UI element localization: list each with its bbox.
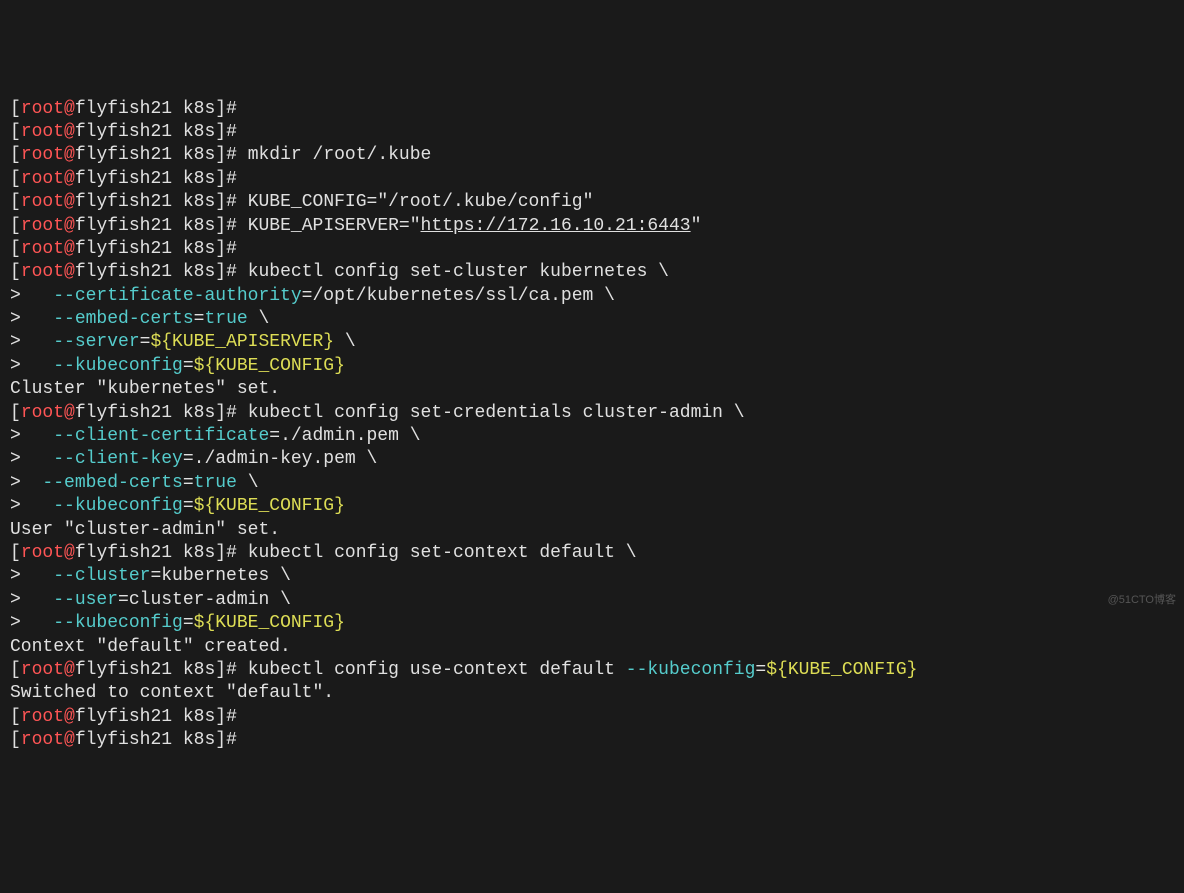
terminal-line: [root@flyfish21 k8s]# bbox=[10, 98, 1174, 121]
terminal-line: [root@flyfish21 k8s]# KUBE_CONFIG="/root… bbox=[10, 191, 1174, 214]
terminal-line: > --kubeconfig=${KUBE_CONFIG} bbox=[10, 612, 1174, 635]
terminal-line: [root@flyfish21 k8s]# bbox=[10, 706, 1174, 729]
terminal-line: Context "default" created. bbox=[10, 636, 1174, 659]
terminal-line: [root@flyfish21 k8s]# bbox=[10, 121, 1174, 144]
terminal-line: Switched to context "default". bbox=[10, 682, 1174, 705]
terminal-line: [root@flyfish21 k8s]# kubectl config set… bbox=[10, 261, 1174, 284]
watermark-text: @51CTO博客 bbox=[1108, 593, 1176, 607]
terminal-output[interactable]: [root@flyfish21 k8s]#[root@flyfish21 k8s… bbox=[10, 98, 1174, 753]
terminal-line: [root@flyfish21 k8s]# kubectl config set… bbox=[10, 402, 1174, 425]
terminal-line: > --certificate-authority=/opt/kubernete… bbox=[10, 285, 1174, 308]
terminal-line: Cluster "kubernetes" set. bbox=[10, 378, 1174, 401]
terminal-line: [root@flyfish21 k8s]# kubectl config set… bbox=[10, 542, 1174, 565]
terminal-line: [root@flyfish21 k8s]# bbox=[10, 729, 1174, 752]
terminal-line: [root@flyfish21 k8s]# bbox=[10, 238, 1174, 261]
terminal-line: > --client-certificate=./admin.pem \ bbox=[10, 425, 1174, 448]
terminal-line: > --cluster=kubernetes \ bbox=[10, 565, 1174, 588]
terminal-line: > --embed-certs=true \ bbox=[10, 308, 1174, 331]
terminal-line: > --client-key=./admin-key.pem \ bbox=[10, 448, 1174, 471]
terminal-line: [root@flyfish21 k8s]# mkdir /root/.kube bbox=[10, 144, 1174, 167]
terminal-line: > --kubeconfig=${KUBE_CONFIG} bbox=[10, 495, 1174, 518]
terminal-line: [root@flyfish21 k8s]# KUBE_APISERVER="ht… bbox=[10, 215, 1174, 238]
terminal-line: [root@flyfish21 k8s]# bbox=[10, 168, 1174, 191]
terminal-line: > --user=cluster-admin \ bbox=[10, 589, 1174, 612]
terminal-line: User "cluster-admin" set. bbox=[10, 519, 1174, 542]
terminal-line: > --kubeconfig=${KUBE_CONFIG} bbox=[10, 355, 1174, 378]
terminal-line: > --embed-certs=true \ bbox=[10, 472, 1174, 495]
terminal-line: > --server=${KUBE_APISERVER} \ bbox=[10, 331, 1174, 354]
terminal-line: [root@flyfish21 k8s]# kubectl config use… bbox=[10, 659, 1174, 682]
